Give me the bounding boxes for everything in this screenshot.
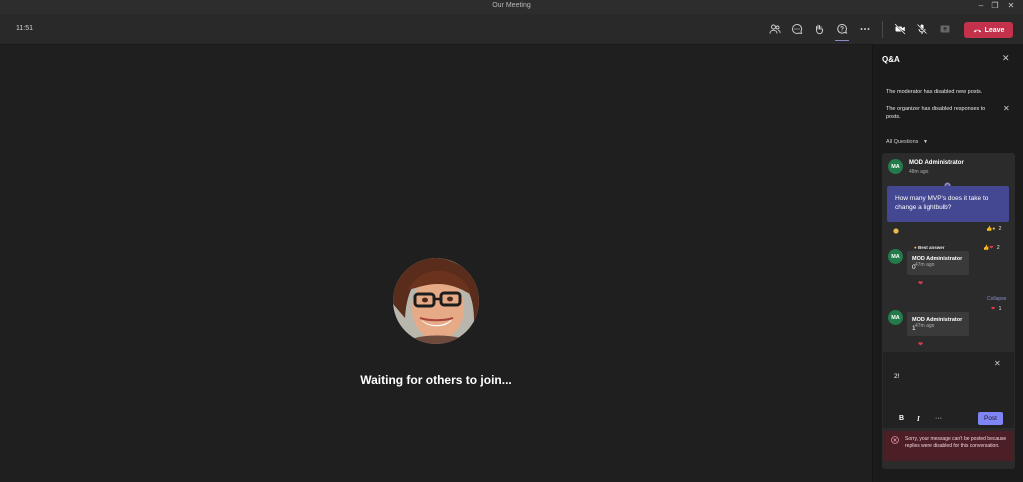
collapse-link[interactable]: Collapse bbox=[987, 296, 1006, 302]
error-banner: Sorry, your message can't be posted beca… bbox=[883, 431, 1014, 461]
close-window-icon[interactable]: ✕ bbox=[1004, 1, 1018, 10]
toolbar-divider bbox=[882, 21, 883, 38]
reply-author: MOD Administrator 47m ago bbox=[912, 317, 963, 329]
heart-icon[interactable]: ❤ bbox=[918, 341, 923, 348]
dismiss-notice-icon[interactable]: ✕ bbox=[1003, 104, 1010, 113]
reply-best-answer: MOD Administrator 47m ago 0 bbox=[907, 251, 969, 275]
hand-icon bbox=[816, 24, 823, 35]
participants-button[interactable] bbox=[766, 20, 784, 38]
window-title: Our Meeting bbox=[492, 2, 531, 9]
avatar: MA bbox=[888, 159, 903, 174]
question-reactions[interactable]: 👍● 2 bbox=[986, 226, 1001, 232]
notice-responses: The organizer has disabled responses to … bbox=[886, 106, 986, 120]
italic-button[interactable]: I bbox=[917, 415, 920, 423]
close-panel-icon[interactable]: ✕ bbox=[1002, 53, 1010, 64]
more-actions-button[interactable] bbox=[856, 20, 874, 38]
error-message: Sorry, your message can't be posted beca… bbox=[905, 436, 1007, 449]
reactions-button[interactable] bbox=[810, 20, 828, 38]
maximize-icon[interactable]: ❐ bbox=[988, 1, 1002, 10]
add-reaction-icon[interactable] bbox=[893, 228, 899, 236]
reply-composer[interactable]: ✕ 2! B I ··· Post bbox=[883, 352, 1014, 428]
mic-off-icon bbox=[917, 24, 927, 34]
reaction-count: 2 bbox=[996, 245, 1000, 251]
reply-time: 47m ago bbox=[915, 262, 935, 268]
questions-filter[interactable]: All Questions ▼ bbox=[886, 139, 928, 145]
heart-icon[interactable]: ❤ bbox=[918, 280, 923, 287]
post-button[interactable]: Post bbox=[978, 412, 1003, 425]
bold-button[interactable]: B bbox=[899, 415, 904, 422]
trophy-icon: ● bbox=[914, 245, 917, 250]
qa-icon bbox=[837, 23, 848, 34]
filter-label: All Questions bbox=[886, 139, 919, 145]
reply-reactions[interactable]: 👍❤ 2 bbox=[983, 245, 1000, 251]
reply-text: 0 bbox=[912, 264, 916, 271]
chat-button[interactable] bbox=[788, 20, 806, 38]
qa-button[interactable] bbox=[833, 20, 851, 41]
leave-button[interactable]: Leave bbox=[964, 22, 1013, 38]
share-screen-icon bbox=[940, 25, 950, 33]
microphone-button[interactable] bbox=[913, 20, 931, 38]
avatar: MA bbox=[888, 310, 903, 325]
title-bar: Our Meeting – ❐ ✕ bbox=[0, 0, 1023, 14]
best-answer-badge: ● Best answer bbox=[914, 245, 945, 250]
heart-icon: ❤ bbox=[991, 306, 996, 312]
reply-item: MOD Administrator 47m ago 1 bbox=[907, 312, 969, 336]
more-format-button[interactable]: ··· bbox=[935, 415, 942, 422]
minimize-icon[interactable]: – bbox=[974, 1, 988, 10]
question-author: MOD Administrator bbox=[909, 160, 964, 166]
meeting-toolbar: 11:51 Leave bbox=[0, 14, 1023, 45]
camera-button[interactable] bbox=[891, 20, 909, 38]
waiting-message: Waiting for others to join... bbox=[360, 373, 512, 387]
panel-title: Q&A bbox=[882, 55, 900, 64]
close-composer-icon[interactable]: ✕ bbox=[994, 359, 1001, 368]
question-text: How many MVP's does it take to change a … bbox=[887, 186, 1009, 222]
chevron-down-icon: ▼ bbox=[922, 139, 928, 145]
participant-avatar bbox=[393, 258, 479, 344]
reply-reactions[interactable]: ❤ 1 bbox=[991, 306, 1001, 312]
reply-author: MOD Administrator 47m ago bbox=[912, 256, 963, 268]
reply-text: 1 bbox=[912, 325, 916, 332]
hang-up-icon bbox=[973, 29, 981, 32]
chat-icon bbox=[792, 23, 803, 35]
question-card: MA MOD Administrator 48m ago How many MV… bbox=[882, 153, 1015, 469]
notice-new-posts: The moderator has disabled new posts. bbox=[886, 89, 983, 95]
error-icon bbox=[891, 436, 899, 446]
meeting-clock: 11:51 bbox=[16, 25, 33, 32]
heart-icon: ❤ bbox=[989, 245, 994, 251]
people-icon bbox=[769, 24, 781, 34]
camera-off-icon bbox=[894, 23, 906, 35]
leave-label: Leave bbox=[984, 26, 1005, 34]
reaction-count: 1 bbox=[998, 306, 1002, 312]
smile-icon: ● bbox=[992, 226, 996, 232]
qa-panel: Q&A ✕ The moderator has disabled new pos… bbox=[872, 45, 1023, 482]
avatar: MA bbox=[888, 249, 903, 264]
more-icon bbox=[860, 28, 870, 30]
reply-time: 47m ago bbox=[915, 323, 935, 329]
question-time: 48m ago bbox=[909, 169, 929, 175]
share-button[interactable] bbox=[936, 20, 954, 38]
reply-input[interactable]: 2! bbox=[894, 373, 899, 380]
reaction-count: 2 bbox=[998, 226, 1002, 232]
